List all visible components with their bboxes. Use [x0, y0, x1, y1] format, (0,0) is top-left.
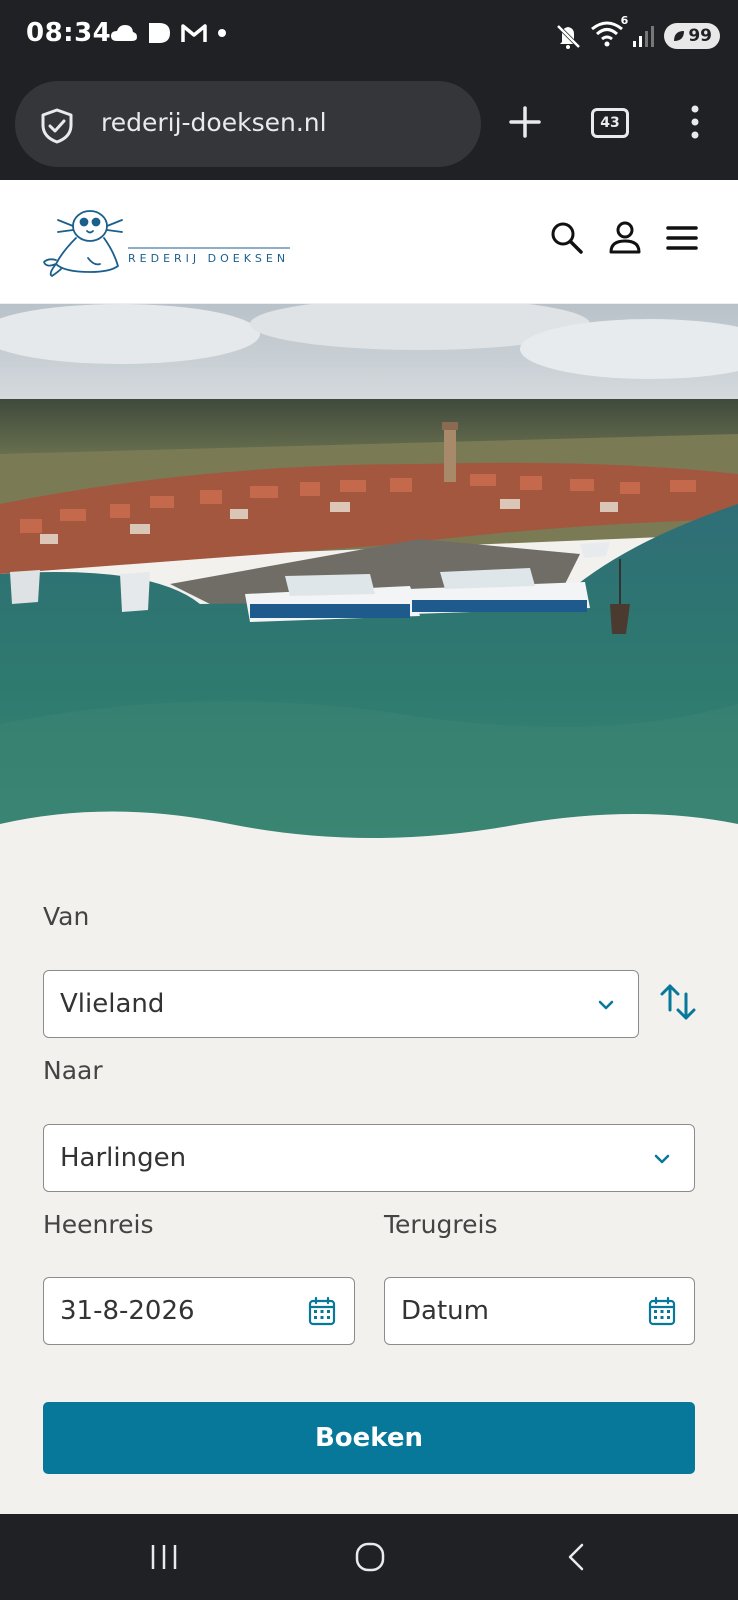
- back-icon[interactable]: [564, 1542, 588, 1572]
- address-bar[interactable]: rederij-doeksen.nl: [15, 81, 481, 167]
- gmail-icon: [181, 24, 207, 42]
- status-left-icons: [110, 20, 228, 46]
- site-logo[interactable]: REDERIJ DOEKSEN: [40, 202, 300, 278]
- more-options-icon[interactable]: [685, 102, 705, 142]
- signal-icon: [633, 26, 655, 47]
- chevron-down-icon: [654, 1154, 670, 1164]
- status-right: 6 99: [554, 14, 720, 52]
- tab-count: 43: [600, 115, 620, 131]
- battery-level: 99: [688, 26, 712, 46]
- logo-underline: [128, 247, 290, 249]
- from-select[interactable]: Vlieland: [43, 970, 639, 1038]
- shield-check-icon[interactable]: [39, 107, 75, 145]
- logo-text: REDERIJ DOEKSEN: [128, 252, 290, 265]
- to-select[interactable]: Harlingen: [43, 1124, 695, 1192]
- return-date-placeholder: Datum: [401, 1296, 489, 1326]
- outbound-date-value: 31-8-2026: [60, 1296, 195, 1326]
- battery-indicator: 99: [664, 23, 720, 49]
- system-navigation-bar: [0, 1514, 738, 1600]
- media-icon: [149, 23, 170, 43]
- browser-toolbar: rederij-doeksen.nl 43: [0, 72, 738, 180]
- hamburger-menu-icon[interactable]: [666, 220, 698, 256]
- mute-icon: [556, 24, 581, 49]
- cloud-icon: [111, 25, 137, 41]
- status-bar: 08:34 6 99: [0, 0, 738, 72]
- chevron-down-icon: [598, 1000, 614, 1010]
- url-text[interactable]: rederij-doeksen.nl: [101, 108, 327, 137]
- home-icon[interactable]: [354, 1542, 386, 1572]
- new-tab-icon[interactable]: [505, 102, 545, 142]
- outbound-label: Heenreis: [43, 1210, 154, 1239]
- status-time: 08:34: [26, 18, 112, 48]
- outbound-date-field[interactable]: 31-8-2026: [43, 1277, 355, 1345]
- calendar-icon[interactable]: [308, 1296, 336, 1326]
- swap-direction-icon[interactable]: [658, 980, 698, 1024]
- wifi-icon: [591, 21, 624, 47]
- return-date-field[interactable]: Datum: [384, 1277, 695, 1345]
- harbour-aerial-illustration: [0, 304, 738, 864]
- wifi-indicator: 6: [590, 14, 628, 52]
- return-label: Terugreis: [384, 1210, 498, 1239]
- book-button-label: Boeken: [314, 1423, 424, 1453]
- battery-leaf-icon: [674, 31, 685, 41]
- site-header: REDERIJ DOEKSEN: [0, 180, 738, 304]
- book-button[interactable]: Boeken: [43, 1402, 695, 1474]
- wifi-label: 6: [620, 14, 629, 27]
- dot-icon: [218, 29, 226, 37]
- to-select-value: Harlingen: [60, 1143, 187, 1173]
- recent-apps-icon[interactable]: [148, 1542, 180, 1572]
- user-icon[interactable]: [608, 220, 642, 256]
- search-icon[interactable]: [549, 220, 585, 256]
- tab-switcher-button[interactable]: 43: [591, 108, 629, 138]
- hero-image: [0, 304, 738, 864]
- from-select-value: Vlieland: [60, 989, 165, 1019]
- from-label: Van: [43, 902, 90, 931]
- calendar-icon[interactable]: [648, 1296, 676, 1326]
- to-label: Naar: [43, 1056, 103, 1085]
